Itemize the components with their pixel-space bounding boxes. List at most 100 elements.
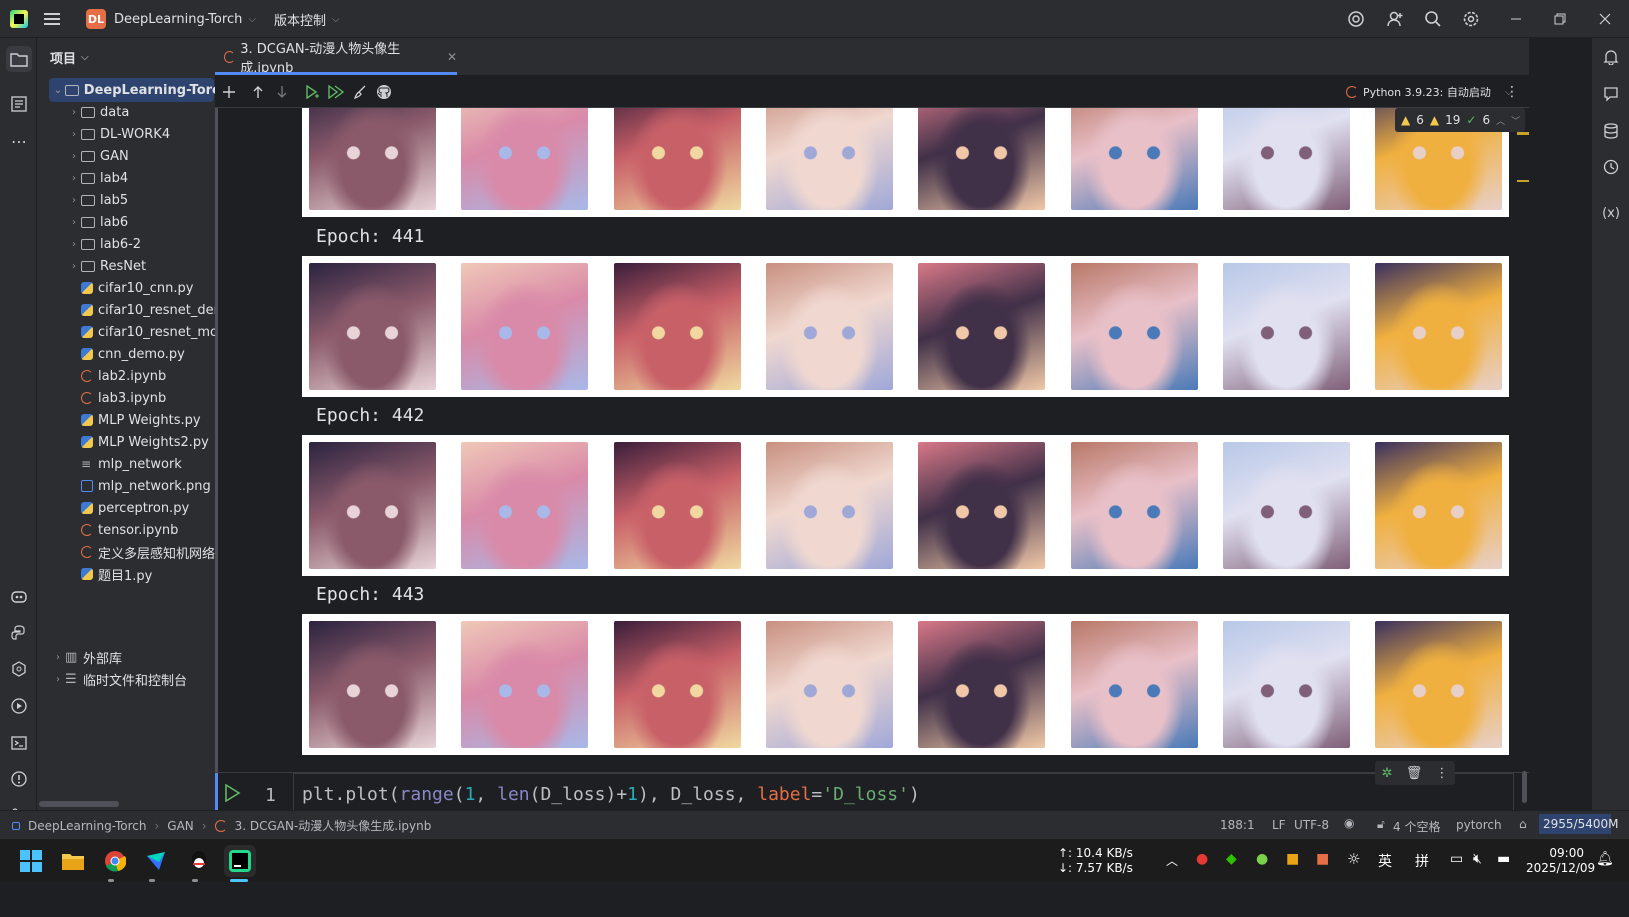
- tree-item[interactable]: › GAN: [67, 145, 215, 167]
- ime-language[interactable]: 英: [1378, 851, 1392, 871]
- qq-tray-icon[interactable]: ●: [1196, 851, 1208, 867]
- move-up-icon[interactable]: [245, 79, 271, 105]
- line-separator[interactable]: LF: [1272, 818, 1286, 832]
- tray-app-icon[interactable]: ■: [1316, 851, 1329, 867]
- tray-app-icon[interactable]: ■: [1286, 851, 1299, 867]
- indent-setting[interactable]: 4 个空格: [1393, 818, 1440, 835]
- clear-outputs-icon[interactable]: [347, 79, 373, 105]
- copilot-icon[interactable]: [6, 583, 32, 609]
- add-cell-icon[interactable]: [216, 79, 242, 105]
- notification-bell-icon[interactable]: 🔔︎: [1596, 851, 1614, 867]
- chevron-right-icon[interactable]: ›: [67, 239, 81, 250]
- breadcrumb-item[interactable]: 3. DCGAN-动漫人物头像生成.ipynb: [235, 817, 432, 834]
- error-stripe-marker[interactable]: [1517, 132, 1529, 135]
- ime-mode[interactable]: 拼: [1415, 851, 1429, 871]
- inspection-widget[interactable]: ▲ 6 ▲ 19 ✓ 6 ︿ ﹀: [1395, 108, 1525, 132]
- vcs-menu[interactable]: 版本控制 ⌵: [274, 0, 340, 38]
- chevron-right-icon[interactable]: ›: [67, 129, 81, 140]
- ai-assistant-icon[interactable]: [1343, 6, 1369, 32]
- volume-muted-icon[interactable]: 🔇︎: [1473, 851, 1482, 867]
- run-tool-icon[interactable]: [6, 693, 32, 719]
- chevron-right-icon[interactable]: ›: [67, 217, 81, 228]
- tree-item[interactable]: › lab5: [67, 189, 215, 211]
- project-tool-icon[interactable]: [6, 46, 32, 72]
- tree-item[interactable]: › ResNet: [67, 255, 215, 277]
- tree-item[interactable]: tensor.ipynb: [67, 519, 215, 541]
- debug-cell-icon[interactable]: ✲: [1382, 766, 1393, 781]
- run-all-icon[interactable]: [323, 79, 349, 105]
- terminal-icon[interactable]: [6, 730, 32, 756]
- readonly-toggle-icon[interactable]: ⌂: [1519, 817, 1527, 831]
- code-input[interactable]: plt.plot(range(1, len(D_loss)+1), D_loss…: [293, 773, 1514, 811]
- windows-start-icon[interactable]: [15, 845, 47, 877]
- tree-item[interactable]: › data: [67, 101, 215, 123]
- github-icon[interactable]: [371, 79, 397, 105]
- close-window-icon[interactable]: [1592, 6, 1618, 32]
- more-tools-icon[interactable]: ⋯: [6, 128, 32, 154]
- tree-item[interactable]: cifar10_resnet_moc: [67, 321, 215, 343]
- breadcrumb-item[interactable]: DeepLearning-Torch: [28, 819, 146, 833]
- tree-item[interactable]: cifar10_cnn.py: [67, 277, 215, 299]
- network-icon[interactable]: ▭: [1450, 851, 1463, 867]
- kernel-selector[interactable]: Python 3.9.23: 自动启动 ⌵: [1346, 76, 1512, 108]
- code-cell[interactable]: 1 plt.plot(range(1, len(D_loss)+1), D_lo…: [215, 761, 1529, 811]
- chevron-up-icon[interactable]: ︿: [1166, 852, 1178, 869]
- clock[interactable]: 09:00 2025/12/09: [1526, 846, 1595, 876]
- gear-icon[interactable]: [1458, 6, 1484, 32]
- tree-item[interactable]: › DL-WORK4: [67, 123, 215, 145]
- more-options-icon[interactable]: ⋮: [1499, 79, 1525, 105]
- tree-external-libs[interactable]: › ▥ 外部库: [51, 646, 215, 668]
- chevron-right-icon[interactable]: ›: [67, 173, 81, 184]
- main-menu-icon[interactable]: [44, 0, 62, 38]
- chrome-icon[interactable]: [99, 845, 131, 877]
- feishu-icon[interactable]: [140, 845, 172, 877]
- tree-item[interactable]: cifar10_resnet_dem: [67, 299, 215, 321]
- tree-item[interactable]: lab2.ipynb: [67, 365, 215, 387]
- tree-item[interactable]: cnn_demo.py: [67, 343, 215, 365]
- python-packages-icon[interactable]: [6, 620, 32, 646]
- memory-indicator[interactable]: 2955/5400M: [1539, 814, 1618, 834]
- tree-item[interactable]: MLP Weights2.py: [67, 431, 215, 453]
- tree-item[interactable]: 题目1.py: [67, 563, 215, 585]
- minimize-icon[interactable]: [1503, 6, 1529, 32]
- horizontal-scrollbar[interactable]: [39, 801, 119, 807]
- database-icon[interactable]: [1598, 118, 1624, 144]
- project-panel-header[interactable]: 项目 ⌵: [50, 48, 89, 67]
- chevron-right-icon[interactable]: ›: [67, 107, 81, 118]
- history-icon[interactable]: [1598, 154, 1624, 180]
- tree-root[interactable]: ⌄ DeepLearning-Torch: [51, 79, 215, 101]
- interpreter[interactable]: pytorch: [1456, 818, 1502, 832]
- tree-item[interactable]: perceptron.py: [67, 497, 215, 519]
- chevron-down-icon[interactable]: ﹀: [1511, 114, 1520, 127]
- tree-item[interactable]: mlp_network.png: [67, 475, 215, 497]
- tree-item[interactable]: MLP Weights.py: [67, 409, 215, 431]
- qq-icon[interactable]: [183, 845, 215, 877]
- tree-item[interactable]: ≡ mlp_network: [67, 453, 215, 475]
- cell-more-icon[interactable]: ⋮: [1435, 766, 1448, 781]
- file-encoding[interactable]: UTF-8: [1294, 818, 1329, 832]
- structure-tool-icon[interactable]: [6, 91, 32, 117]
- tree-item[interactable]: › lab4: [67, 167, 215, 189]
- tree-scratches[interactable]: › ☰ 临时文件和控制台: [51, 668, 215, 690]
- chevron-right-icon[interactable]: ›: [67, 261, 81, 272]
- tree-item[interactable]: › lab6: [67, 211, 215, 233]
- run-cell-icon[interactable]: [219, 780, 245, 806]
- wechat-tray-icon[interactable]: ◆: [1226, 851, 1237, 867]
- error-stripe-marker[interactable]: [1517, 180, 1529, 182]
- brightness-icon[interactable]: ☼: [1347, 850, 1360, 868]
- services-icon[interactable]: [6, 656, 32, 682]
- app-logo-icon[interactable]: [10, 0, 28, 38]
- tree-item[interactable]: › lab6-2: [67, 233, 215, 255]
- file-explorer-icon[interactable]: [57, 845, 89, 877]
- tree-item[interactable]: lab3.ipynb: [67, 387, 215, 409]
- delete-cell-icon[interactable]: 🗑: [1406, 766, 1423, 781]
- eye-icon[interactable]: ◉: [1344, 816, 1354, 830]
- ai-chat-icon[interactable]: [1598, 81, 1624, 107]
- chevron-up-icon[interactable]: ︿: [1496, 114, 1505, 127]
- chevron-right-icon[interactable]: ›: [67, 195, 81, 206]
- project-switcher[interactable]: DL DeepLearning-Torch ⌵: [86, 0, 256, 38]
- pycharm-taskbar-icon[interactable]: [224, 845, 256, 877]
- problems-icon[interactable]: [6, 766, 32, 792]
- tab-notebook[interactable]: 3. DCGAN-动漫人物头像生成.ipynb ✕: [215, 38, 457, 76]
- variables-icon[interactable]: (x): [1598, 200, 1624, 226]
